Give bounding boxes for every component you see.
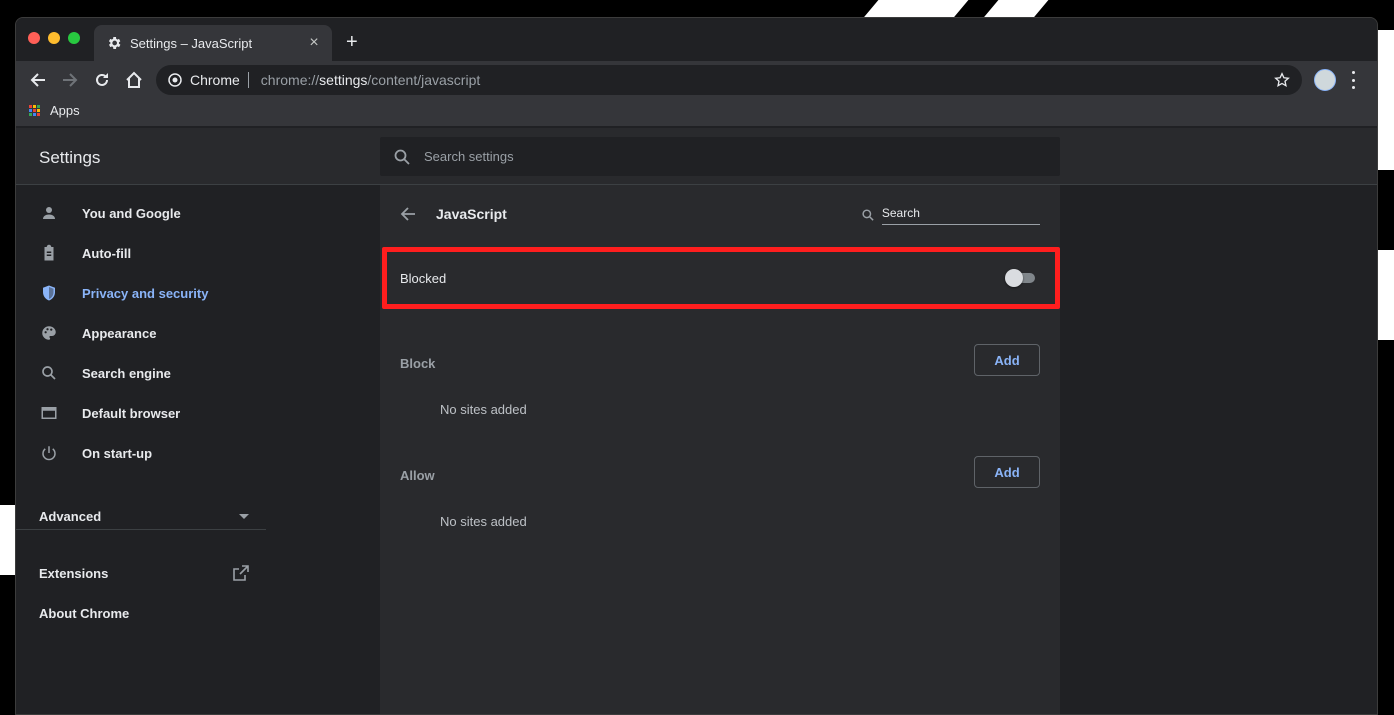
javascript-settings-card: JavaScript Search Blocked Block Add No s… <box>380 185 1060 714</box>
minimize-window-button[interactable] <box>48 32 60 44</box>
sidebar: You and Google Auto-fill Privacy and sec… <box>16 185 266 714</box>
home-icon <box>126 71 142 88</box>
chevron-down-icon <box>239 513 249 519</box>
subpage-search-input[interactable]: Search <box>862 204 1040 226</box>
bookmark-star-icon[interactable] <box>1274 72 1290 88</box>
url-path: /content/javascript <box>367 72 481 88</box>
apps-shortcut[interactable]: Apps <box>29 103 80 118</box>
menu-kebab-icon[interactable] <box>1352 71 1356 89</box>
home-button[interactable] <box>124 70 144 90</box>
extensions-label: Extensions <box>39 565 109 581</box>
toolbar: Chrome chrome://settings/content/javascr… <box>16 61 1377 99</box>
block-empty-text: No sites added <box>440 402 527 417</box>
tab-title: Settings – JavaScript <box>130 35 253 51</box>
javascript-toggle[interactable] <box>1005 269 1037 287</box>
url-text[interactable]: chrome://settings/content/javascript <box>261 72 480 88</box>
sidebar-item-extensions[interactable]: Extensions <box>39 565 249 581</box>
page-title: Settings <box>39 148 101 167</box>
gear-icon <box>106 35 122 51</box>
address-bar[interactable]: Chrome chrome://settings/content/javascr… <box>156 65 1302 95</box>
toggle-thumb <box>1005 269 1023 287</box>
tab-settings[interactable]: Settings – JavaScript × <box>94 25 332 61</box>
desktop-stripe <box>0 505 15 575</box>
back-button[interactable] <box>28 70 48 90</box>
browser-icon <box>41 407 57 419</box>
add-allow-button[interactable]: Add <box>974 456 1040 488</box>
sidebar-item-auto-fill[interactable]: Auto-fill <box>16 233 266 273</box>
sidebar-item-appearance[interactable]: Appearance <box>16 313 266 353</box>
settings-header: Settings Search settings <box>16 128 1377 185</box>
search-icon <box>862 209 874 221</box>
sidebar-item-label: On start-up <box>82 445 153 461</box>
chrome-icon <box>168 73 182 87</box>
new-tab-button[interactable]: + <box>346 32 358 52</box>
subpage-title: JavaScript <box>436 206 507 222</box>
add-block-button[interactable]: Add <box>974 344 1040 376</box>
person-icon <box>43 207 55 219</box>
clipboard-icon <box>44 244 54 261</box>
bookmarks-bar: Apps <box>16 99 1377 127</box>
power-icon <box>42 446 56 461</box>
sidebar-item-label: Privacy and security <box>82 285 209 301</box>
external-link-icon <box>233 565 249 581</box>
apps-grid-icon <box>29 105 40 116</box>
omnibox-divider <box>247 72 249 88</box>
desktop-stripe <box>1378 250 1394 340</box>
site-chip: Chrome <box>190 72 240 88</box>
advanced-label: Advanced <box>39 509 102 524</box>
about-label: About Chrome <box>39 606 130 621</box>
tab-strip: Settings – JavaScript × + <box>16 18 1377 61</box>
palette-icon <box>42 326 56 340</box>
sidebar-item-label: Default browser <box>82 405 181 421</box>
blocked-label: Blocked <box>400 270 447 286</box>
search-icon <box>394 149 410 165</box>
sidebar-item-privacy[interactable]: Privacy and security <box>16 273 266 313</box>
desktop-stripe <box>1378 30 1394 170</box>
subpage-search-placeholder: Search <box>881 206 1040 225</box>
sidebar-divider <box>16 529 266 530</box>
arrow-left-icon <box>30 73 45 87</box>
close-tab-icon[interactable]: × <box>306 34 322 52</box>
reload-button[interactable] <box>92 70 112 90</box>
subpage-header: JavaScript Search <box>380 185 1060 243</box>
sidebar-item-about-chrome[interactable]: About Chrome <box>39 605 129 623</box>
sidebar-advanced-toggle[interactable]: Advanced <box>39 509 249 524</box>
close-window-button[interactable] <box>28 32 40 44</box>
sidebar-item-label: You and Google <box>82 205 181 221</box>
url-prefix: chrome:// <box>260 72 320 88</box>
sidebar-item-search-engine[interactable]: Search engine <box>16 353 266 393</box>
allow-section-label: Allow <box>400 468 435 483</box>
settings-search-placeholder: Search settings <box>424 149 514 164</box>
sidebar-item-you-and-google[interactable]: You and Google <box>16 193 266 233</box>
sidebar-item-label: Appearance <box>82 325 157 341</box>
url-host: settings <box>319 72 368 88</box>
apps-label: Apps <box>50 103 80 118</box>
arrow-right-icon <box>63 73 78 87</box>
back-arrow-icon[interactable] <box>400 206 416 222</box>
browser-window: Settings – JavaScript × + Chrome chrome:… <box>15 17 1378 715</box>
settings-search-input[interactable]: Search settings <box>380 137 1060 176</box>
allow-empty-text: No sites added <box>440 514 527 529</box>
forward-button[interactable] <box>60 70 80 90</box>
profile-avatar[interactable] <box>1314 69 1336 91</box>
sidebar-item-label: Auto-fill <box>82 245 132 261</box>
blocked-setting-row[interactable]: Blocked <box>382 247 1060 309</box>
sidebar-item-label: Search engine <box>82 365 171 381</box>
search-icon <box>42 366 56 380</box>
sidebar-item-default-browser[interactable]: Default browser <box>16 393 266 433</box>
shield-icon <box>43 285 55 301</box>
reload-icon <box>96 73 108 86</box>
block-section-label: Block <box>400 356 436 371</box>
sidebar-item-on-startup[interactable]: On start-up <box>16 433 266 473</box>
maximize-window-button[interactable] <box>68 32 80 44</box>
